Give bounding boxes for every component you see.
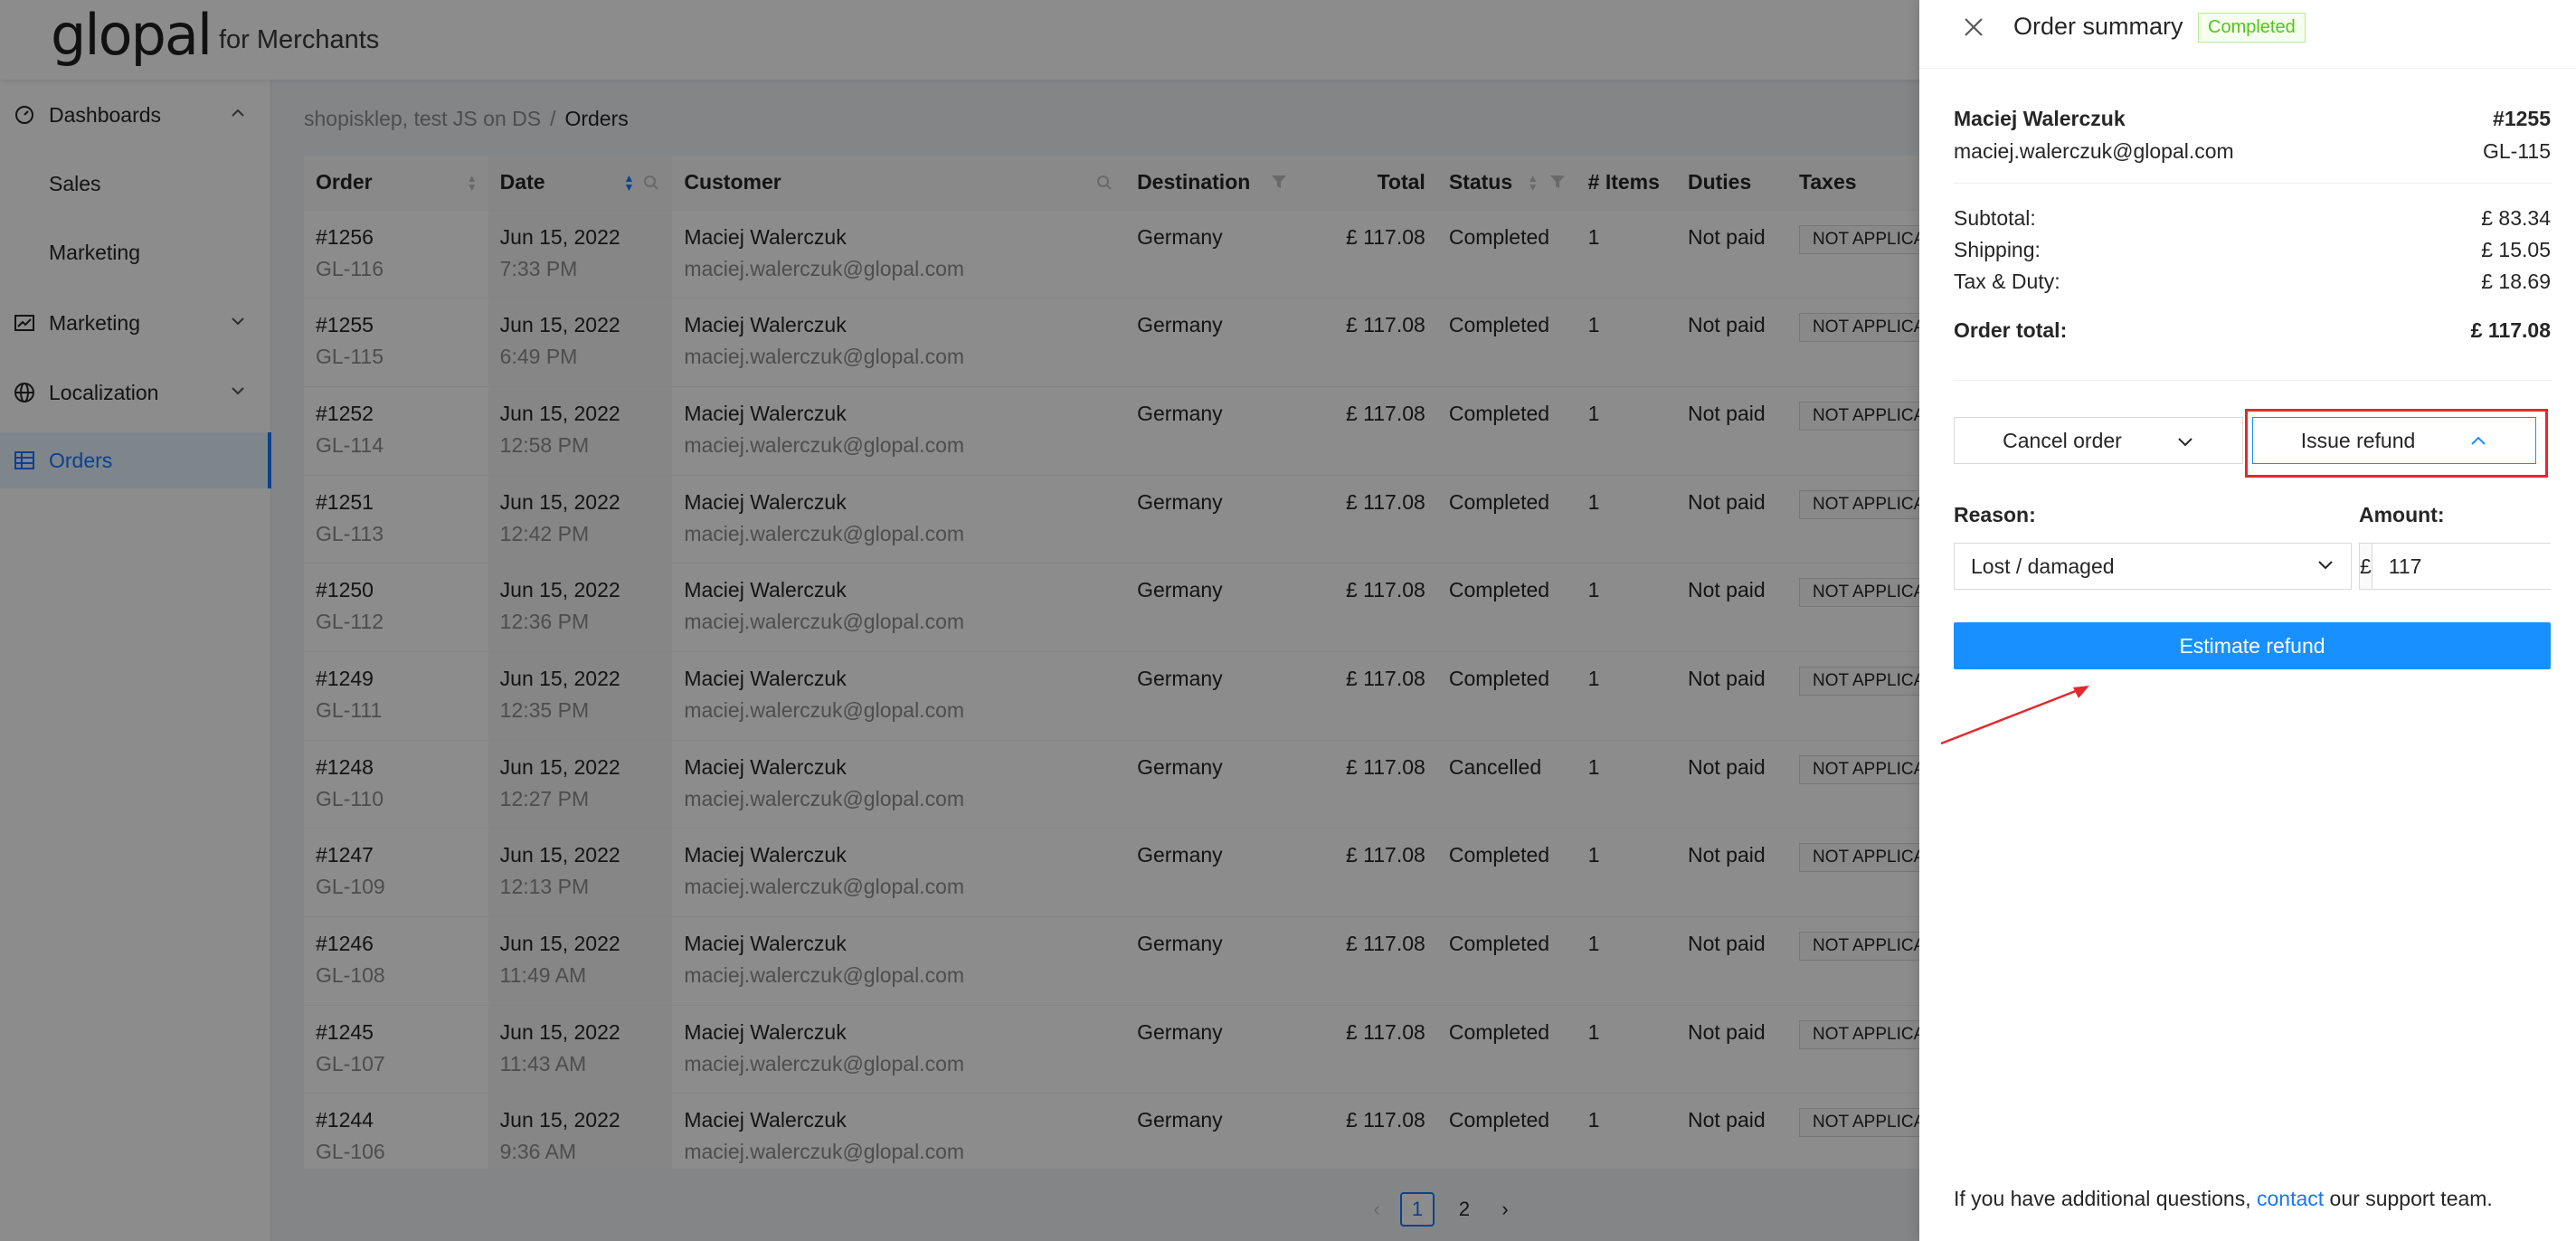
reason-label: Reason: [1954,503,2036,526]
contact-link[interactable]: contact [2257,1187,2324,1210]
currency-prefix: £ [2360,544,2372,589]
order-summary-drawer: Order summary Completed [1919,0,2576,1241]
tax-value: £ 18.69 [2481,270,2551,293]
reason-selected-value: Lost / damaged [1971,554,2115,578]
divider [1954,380,2552,381]
shipping-value: £ 15.05 [2481,238,2551,261]
amount-label: Amount: [2359,503,2445,526]
gl-number: GL-115 [2482,139,2551,163]
shipping-label: Shipping: [1954,238,2041,261]
tax-label: Tax & Duty: [1954,270,2060,293]
order-total-value: £ 117.08 [2470,318,2551,342]
order-total-label: Order total: [1954,318,2068,342]
highlight-annotation [2245,409,2548,478]
order-number: #1255 [2493,107,2551,130]
support-note-text: our support team. [2324,1187,2493,1210]
customer-name: Maciej Walerczuk [1954,107,2126,130]
support-note: If you have additional questions, contac… [1954,1187,2493,1211]
support-note-text: If you have additional questions, [1954,1187,2258,1210]
drawer-mask[interactable] [0,0,1919,1241]
close-icon[interactable] [1961,14,1986,40]
estimate-refund-button[interactable]: Estimate refund [1954,622,2551,669]
button-label: Cancel order [2003,428,2122,452]
subtotal-value: £ 83.34 [2481,206,2551,230]
chevron-down-icon [2316,554,2334,579]
reason-select[interactable]: Lost / damaged [1954,543,2352,590]
drawer-title: Order summary [2013,13,2183,40]
divider [1954,183,2552,184]
amount-input[interactable] [2372,544,2576,589]
chevron-down-icon [2176,431,2194,450]
cancel-order-button[interactable]: Cancel order [1954,417,2243,464]
drawer-header: Order summary Completed [1919,0,2576,69]
amount-field: £ [2359,543,2576,590]
status-badge: Completed [2198,13,2306,43]
customer-email: maciej.walerczuk@glopal.com [1954,139,2234,163]
annotation-arrow-icon [1940,686,2089,745]
subtotal-label: Subtotal: [1954,206,2036,230]
